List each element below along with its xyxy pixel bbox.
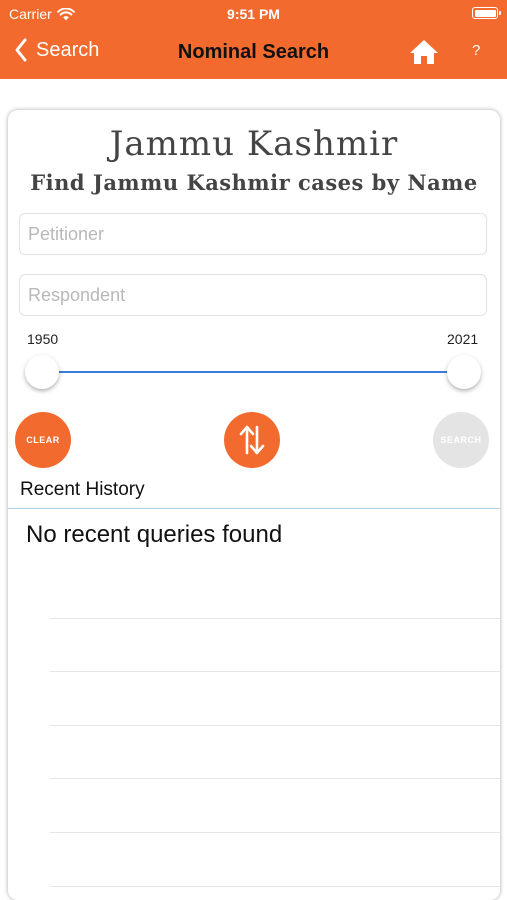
list-row-separator [50,886,500,887]
card-subtitle: Find Jammu Kashmir cases by Name [30,170,478,195]
history-divider [8,508,500,509]
clear-button[interactable]: CLEAR [15,412,71,468]
swap-button[interactable] [224,412,280,468]
search-button[interactable]: SEARCH [433,412,489,468]
list-row-separator [50,778,500,779]
swap-arrows-icon [239,425,265,455]
battery-icon [472,7,501,19]
list-row-separator [50,671,500,672]
respondent-input[interactable] [20,275,500,315]
year-max-thumb[interactable] [447,355,481,389]
petitioner-input[interactable] [20,214,500,254]
list-row-separator [50,832,500,833]
card-title: Jammu Kashmir [109,124,399,164]
year-max-label: 2021 [447,331,479,347]
help-button[interactable]: ? [472,42,480,59]
year-min-label: 1950 [27,331,59,347]
list-row-separator [50,618,500,619]
search-label: SEARCH [440,435,482,445]
navigation-bar: Search Nominal Search ? [0,28,507,79]
list-row-separator [50,725,500,726]
status-time: 9:51 PM [227,6,280,22]
clear-label: CLEAR [26,435,60,445]
year-range-track[interactable] [42,371,467,373]
recent-history-label: Recent History [20,479,145,500]
top-bar: Carrier 9:51 PM Search Nominal Search ? [0,0,507,79]
empty-history-message: No recent queries found [26,521,283,548]
home-icon[interactable] [408,38,440,66]
status-bar: Carrier 9:51 PM [0,0,507,28]
respondent-field[interactable] [19,274,500,316]
petitioner-field[interactable] [19,213,500,255]
search-card: Jammu Kashmir Find Jammu Kashmir cases b… [8,110,500,900]
year-min-thumb[interactable] [25,355,59,389]
